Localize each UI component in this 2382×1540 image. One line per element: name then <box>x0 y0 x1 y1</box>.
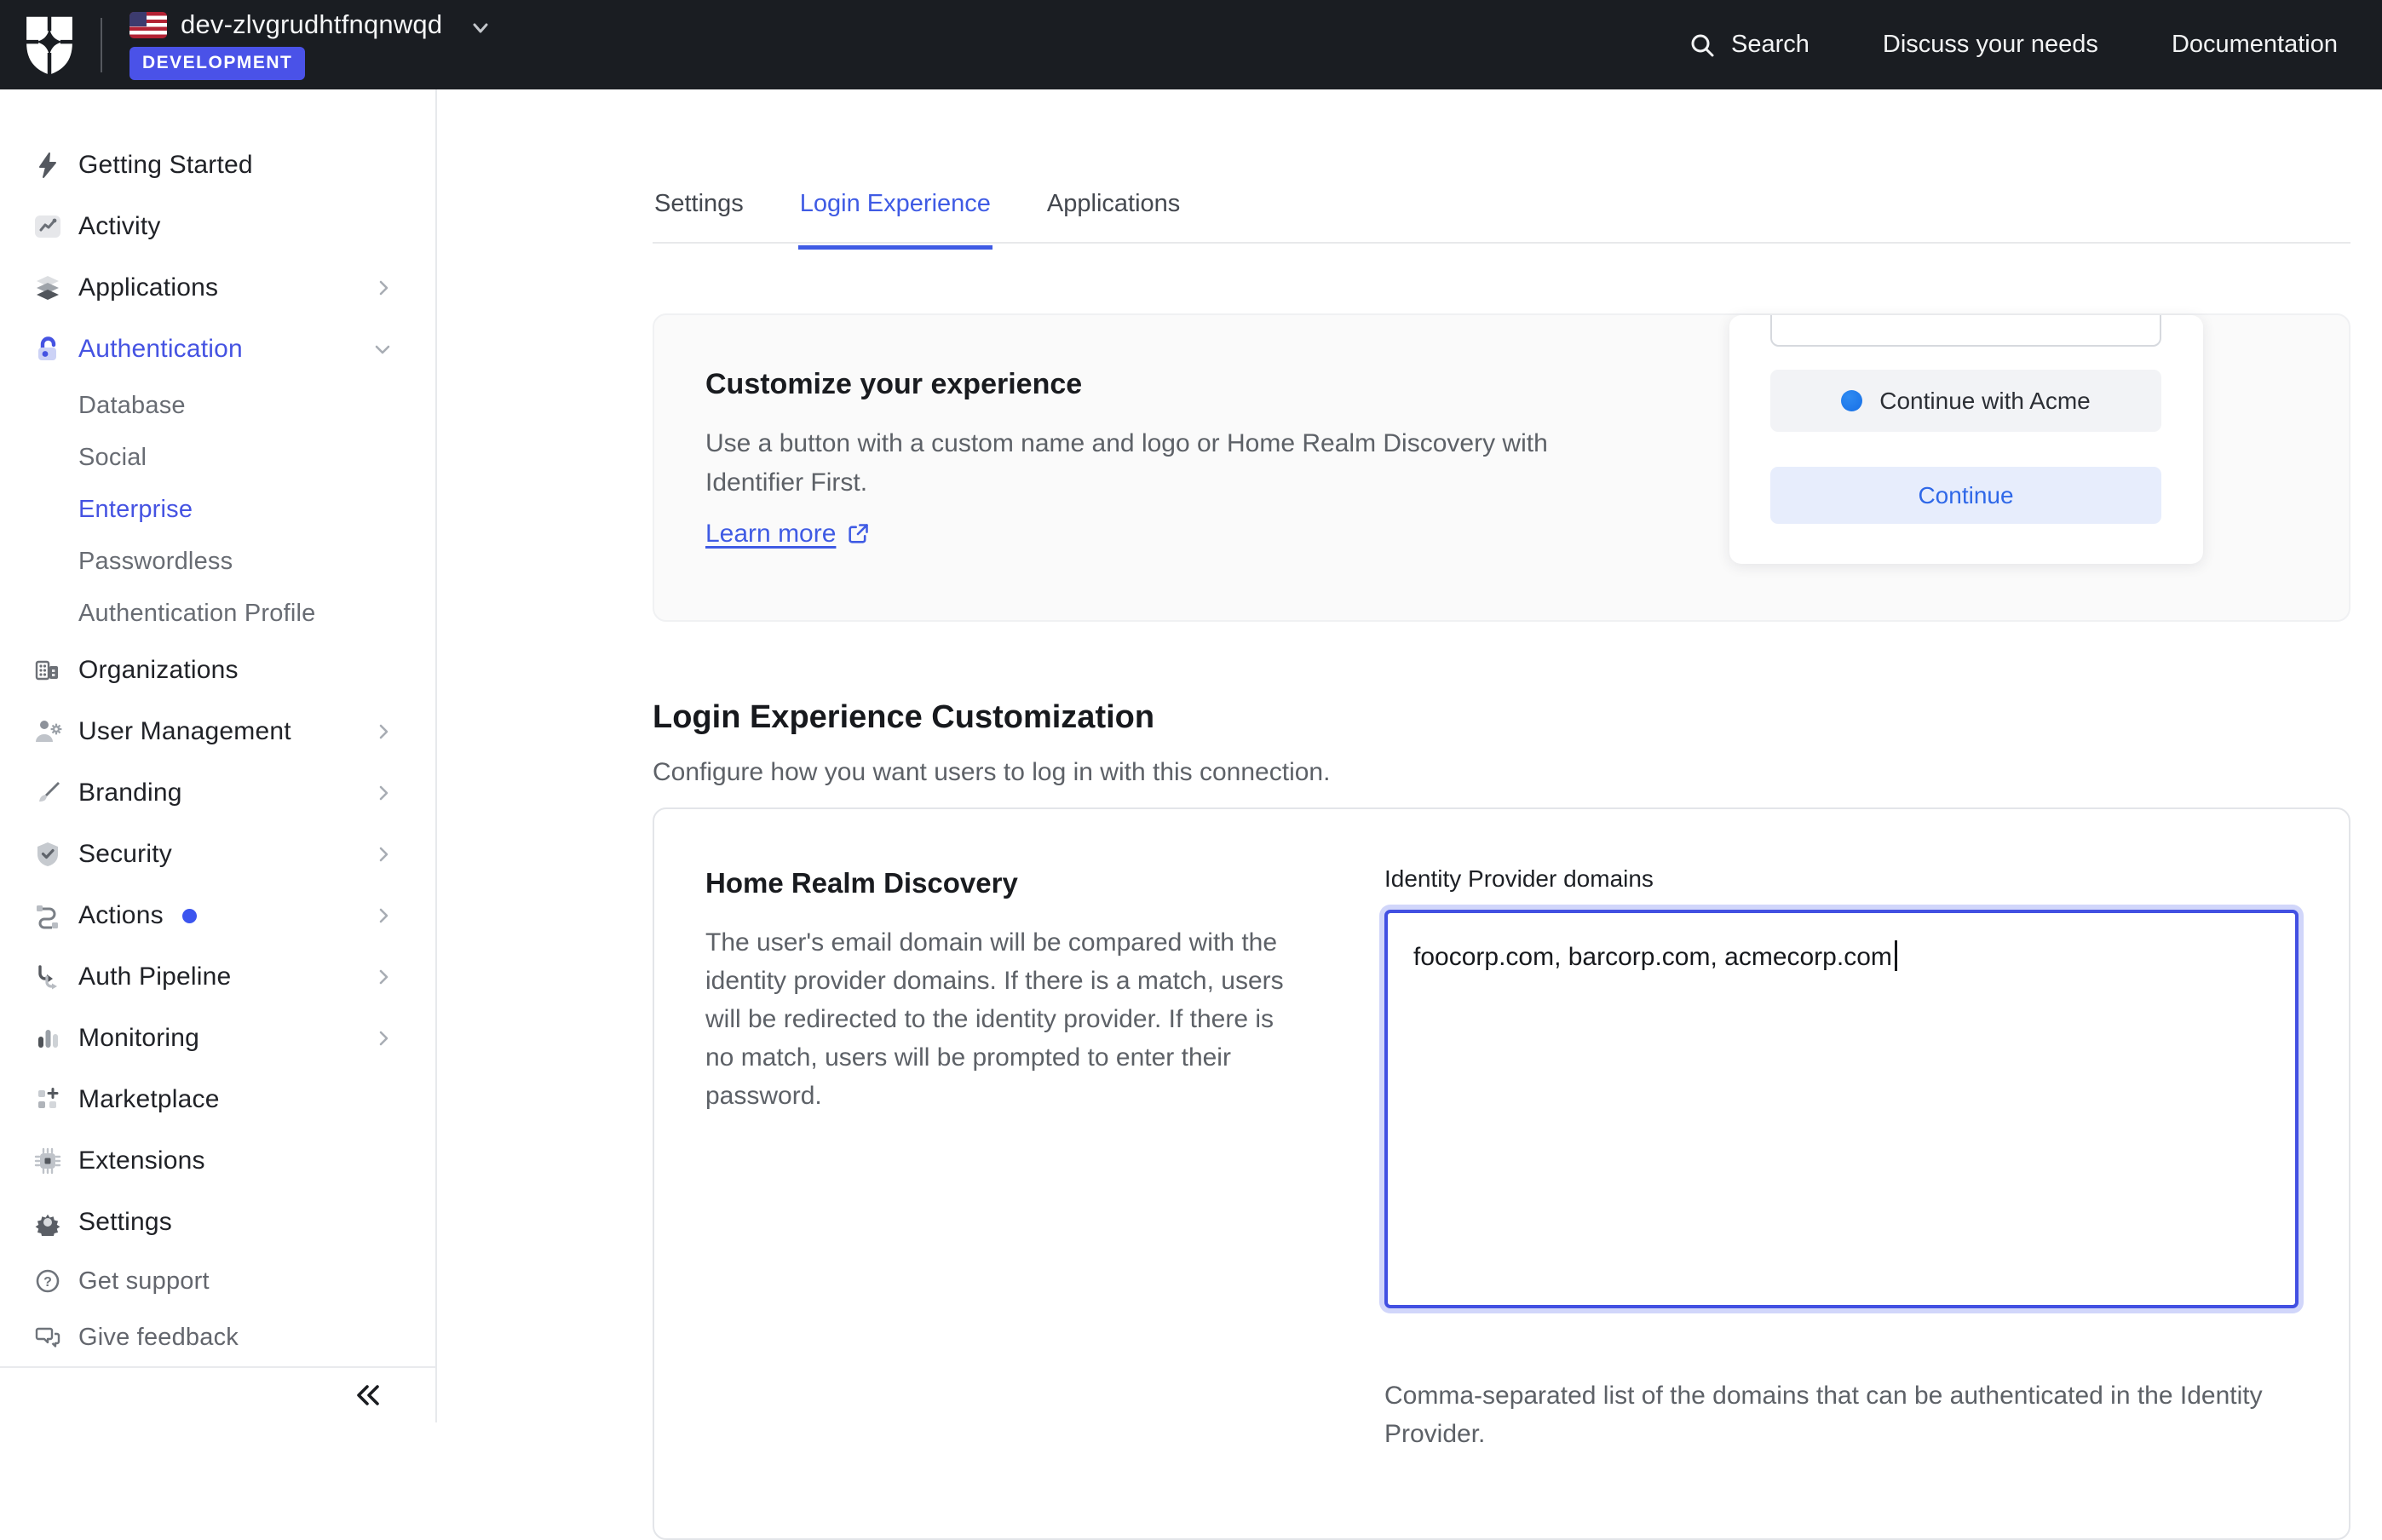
text-cursor <box>1895 940 1897 971</box>
sidebar-item-activity[interactable]: Activity <box>0 196 435 257</box>
sidebar-item-monitoring[interactable]: Monitoring <box>0 1008 435 1069</box>
tenant-name: dev-zlvgrudhtfnqnwqd <box>181 9 442 40</box>
actions-notification-dot <box>182 909 197 923</box>
topbar-divider <box>101 18 102 72</box>
sidebar-item-give-feedback[interactable]: Give feedback <box>0 1309 435 1365</box>
sidebar: Getting Started Activity Applications Au… <box>0 89 437 1422</box>
sidebar-item-database[interactable]: Database <box>0 380 435 432</box>
environment-badge: DEVELOPMENT <box>129 47 305 80</box>
identity-provider-domains-value: foocorp.com, barcorp.com, acmecorp.com <box>1413 943 1892 971</box>
sidebar-footer <box>0 1366 435 1422</box>
customize-card-title: Customize your experience <box>705 368 1082 401</box>
sidebar-item-organizations[interactable]: Organizations <box>0 640 435 701</box>
chip-icon <box>34 1147 78 1175</box>
double-chevron-left-icon <box>354 1382 384 1409</box>
search-icon <box>1689 32 1716 59</box>
sidebar-item-get-support[interactable]: ? Get support <box>0 1253 435 1309</box>
tab-settings[interactable]: Settings <box>653 171 745 250</box>
search-label: Search <box>1731 31 1810 59</box>
sidebar-item-user-management[interactable]: User Management <box>0 701 435 762</box>
chevron-right-icon <box>374 722 393 741</box>
learn-more-link[interactable]: Learn more <box>705 520 870 549</box>
search-button[interactable]: Search <box>1689 31 1810 59</box>
tab-applications[interactable]: Applications <box>1045 171 1182 250</box>
tab-bar-rule <box>653 242 2350 244</box>
acme-logo-icon <box>1841 390 1862 411</box>
home-realm-discovery-card: Home Realm Discovery The user's email do… <box>653 807 2350 1540</box>
tab-login-experience[interactable]: Login Experience <box>798 171 992 250</box>
top-bar: dev-zlvgrudhtfnqnwqd DEVELOPMENT Search … <box>0 0 2382 89</box>
sidebar-item-security[interactable]: Security <box>0 824 435 885</box>
paintbrush-icon <box>34 779 78 807</box>
bar-chart-icon <box>34 1025 78 1052</box>
activity-chart-icon <box>34 213 78 240</box>
sidebar-item-settings[interactable]: Settings <box>0 1192 435 1253</box>
gear-icon <box>34 1209 78 1236</box>
auth0-shield-icon <box>22 14 77 76</box>
preview-continue-button: Continue <box>1770 467 2161 524</box>
us-flag-icon <box>129 12 167 38</box>
chevron-right-icon <box>374 1029 393 1048</box>
sidebar-item-extensions[interactable]: Extensions <box>0 1130 435 1192</box>
auth0-logo[interactable] <box>22 14 77 76</box>
login-preview-panel: Continue with Acme Continue <box>1729 315 2203 564</box>
customize-card-description: Use a button with a custom name and logo… <box>705 424 1617 503</box>
identity-provider-domains-helper: Comma-separated list of the domains that… <box>1384 1376 2296 1453</box>
preview-identifier-input <box>1770 315 2161 347</box>
documentation-link[interactable]: Documentation <box>2172 31 2338 59</box>
chevron-down-icon <box>372 339 393 359</box>
sidebar-item-branding[interactable]: Branding <box>0 762 435 824</box>
sidebar-item-applications[interactable]: Applications <box>0 257 435 319</box>
collapse-sidebar-button[interactable] <box>347 1375 391 1416</box>
chevron-right-icon <box>374 784 393 802</box>
sidebar-item-auth-pipeline[interactable]: Auth Pipeline <box>0 946 435 1008</box>
sidebar-item-getting-started[interactable]: Getting Started <box>0 135 435 196</box>
marketplace-grid-plus-icon <box>34 1086 78 1113</box>
hrd-description: The user's email domain will be compared… <box>705 923 1297 1115</box>
discuss-your-needs-link[interactable]: Discuss your needs <box>1883 31 2098 59</box>
main-content: Settings Login Experience Applications C… <box>437 89 2382 1422</box>
preview-continue-with-acme-button: Continue with Acme <box>1770 370 2161 432</box>
external-link-icon <box>846 522 870 546</box>
sidebar-item-enterprise[interactable]: Enterprise <box>0 484 435 536</box>
lightning-icon <box>34 152 78 179</box>
shield-check-icon <box>34 841 78 868</box>
organizations-building-icon <box>34 657 78 684</box>
sidebar-item-passwordless[interactable]: Passwordless <box>0 536 435 588</box>
sidebar-item-marketplace[interactable]: Marketplace <box>0 1069 435 1130</box>
hrd-title: Home Realm Discovery <box>705 867 1018 899</box>
identity-provider-domains-input[interactable]: foocorp.com, barcorp.com, acmecorp.com <box>1384 910 2299 1308</box>
tab-bar: Settings Login Experience Applications <box>653 171 1182 250</box>
chevron-down-icon <box>468 20 493 38</box>
sidebar-item-actions[interactable]: Actions <box>0 885 435 946</box>
section-title: Login Experience Customization <box>653 699 1154 736</box>
chevron-right-icon <box>374 279 393 297</box>
chevron-right-icon <box>374 968 393 986</box>
layers-icon <box>34 274 78 302</box>
sidebar-item-authentication[interactable]: Authentication <box>0 319 435 380</box>
actions-flow-icon <box>34 902 78 929</box>
customize-experience-card: Customize your experience Use a button w… <box>653 313 2350 622</box>
chevron-right-icon <box>374 845 393 864</box>
section-subtitle: Configure how you want users to log in w… <box>653 758 1330 787</box>
user-gear-icon <box>34 718 78 745</box>
sidebar-item-authentication-profile[interactable]: Authentication Profile <box>0 588 435 640</box>
svg-text:?: ? <box>43 1275 52 1290</box>
feedback-chat-icon <box>34 1324 78 1351</box>
unlocked-padlock-icon <box>34 335 78 364</box>
tenant-switcher[interactable]: dev-zlvgrudhtfnqnwqd DEVELOPMENT <box>129 9 493 80</box>
sidebar-item-social[interactable]: Social <box>0 432 435 484</box>
chevron-right-icon <box>374 906 393 925</box>
identity-provider-domains-label: Identity Provider domains <box>1384 865 1654 893</box>
help-circle-icon: ? <box>34 1267 78 1295</box>
pipeline-arrows-icon <box>34 963 78 991</box>
